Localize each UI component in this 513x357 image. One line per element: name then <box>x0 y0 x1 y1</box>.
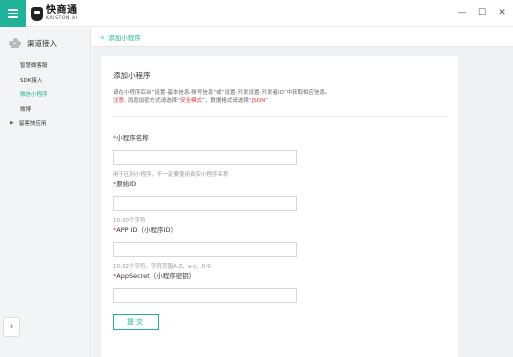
note-highlight-secure-mode: 安全模式 <box>179 98 202 104</box>
form-title: 添加小程序 <box>113 71 151 80</box>
main-content: ‹ 添加小程序 添加小程序 请在小程序后台“设置-基本信息-账号信息”或“设置-… <box>92 28 513 357</box>
form-panel: 添加小程序 请在小程序后台“设置-基本信息-账号信息”或“设置-开发设置-开发者… <box>101 56 458 357</box>
sidebar-item-quick-app[interactable]: ▶ 留客快应用 <box>0 116 90 131</box>
field-hint: 10-30个字符 <box>113 217 146 224</box>
window-controls: — ☐ ✕ <box>457 7 507 19</box>
sidebar-item-wechat-miniprogram[interactable]: 微信小程序 <box>0 87 90 102</box>
note-highlight-json: JSON <box>251 98 266 104</box>
sidebar-item-weibo[interactable]: 微博 <box>0 102 90 117</box>
sidebar-header-label: 渠道接入 <box>27 38 57 48</box>
caret-right-icon: ▶ <box>10 120 14 127</box>
miniprogram-name-input[interactable] <box>113 149 297 165</box>
logo-mark-icon <box>31 7 43 21</box>
logo-text: 快商通 <box>46 5 78 17</box>
sidebar-item-smart-service[interactable]: 智慧微客服 <box>0 58 90 73</box>
note-label: 注意: <box>113 98 126 104</box>
divider <box>113 116 446 117</box>
breadcrumb-label[interactable]: 添加小程序 <box>108 32 141 42</box>
sidebar-item-sdk[interactable]: SDK接入 <box>0 73 90 88</box>
back-icon[interactable]: ‹ <box>101 33 104 42</box>
chevron-left-icon: ‹ <box>9 322 14 332</box>
sidebar-header[interactable]: 渠道接入 <box>0 28 90 58</box>
sidebar-item-label: SDK接入 <box>20 77 43 84</box>
note-text: ”，数据格式请选择“ <box>201 98 252 104</box>
form-instructions: 请在小程序后台“设置-基本信息-账号信息”或“设置-开发设置-开发者ID”中获取… <box>113 89 446 105</box>
field-hint: 用于区别小程序，不一定要使用真实小程序名称 <box>113 171 229 178</box>
instruction-line: 请在小程序后台“设置-基本信息-账号信息”或“设置-开发设置-开发者ID”中获取… <box>113 90 331 96</box>
sidebar-item-label: 留客快应用 <box>18 121 47 128</box>
sidebar-item-label: 微博 <box>20 106 32 113</box>
field-label: *APP ID（小程序ID） <box>113 226 177 234</box>
minimize-icon[interactable]: — <box>457 7 467 19</box>
title-bar: 快商通 KAISTON AI — ☐ ✕ <box>0 0 513 27</box>
sidebar: 渠道接入 智慧微客服 SDK接入 微信小程序 微博 ▶ 留客快应用 ‹ <box>0 28 91 357</box>
maximize-icon[interactable]: ☐ <box>477 7 487 19</box>
app-id-field: *APP ID（小程序ID） 10-32个字符，字符范围A-Z、a-z、0-9 <box>113 226 297 270</box>
original-id-field: *原始ID 10-30个字符 <box>113 180 297 224</box>
field-hint: 10-32个字符，字符范围A-Z、a-z、0-9 <box>113 263 211 270</box>
sidebar-item-label: 微信小程序 <box>20 92 48 99</box>
breadcrumb[interactable]: ‹ 添加小程序 <box>92 28 513 47</box>
field-label: *小程序名称 <box>113 134 149 142</box>
collapse-sidebar-button[interactable]: ‹ <box>3 317 20 337</box>
logo-subtext: KAISTON AI <box>46 16 78 22</box>
field-label: *原始ID <box>113 180 137 188</box>
app-secret-field: *AppSecret（小程序密钥） <box>113 272 297 303</box>
field-label: *AppSecret（小程序密钥） <box>113 272 196 280</box>
menu-icon[interactable] <box>0 0 26 27</box>
miniprogram-name-field: *小程序名称 用于区别小程序，不一定要使用真实小程序名称 <box>113 134 297 178</box>
note-text: ” <box>265 98 269 104</box>
scrollbar[interactable] <box>508 47 513 357</box>
app-id-input[interactable] <box>113 241 297 257</box>
group-icon <box>9 38 21 48</box>
close-icon[interactable]: ✕ <box>497 7 507 19</box>
note-text: 消息加密方式请选择“ <box>127 98 180 104</box>
app-logo: 快商通 KAISTON AI <box>31 4 78 24</box>
app-secret-input[interactable] <box>113 287 297 303</box>
note-line: 注意: 消息加密方式请选择“安全模式”，数据格式请选择“JSON” <box>113 97 446 105</box>
submit-button[interactable]: 提交 <box>113 314 159 330</box>
sidebar-item-label: 智慧微客服 <box>20 63 48 70</box>
original-id-input[interactable] <box>113 195 297 211</box>
